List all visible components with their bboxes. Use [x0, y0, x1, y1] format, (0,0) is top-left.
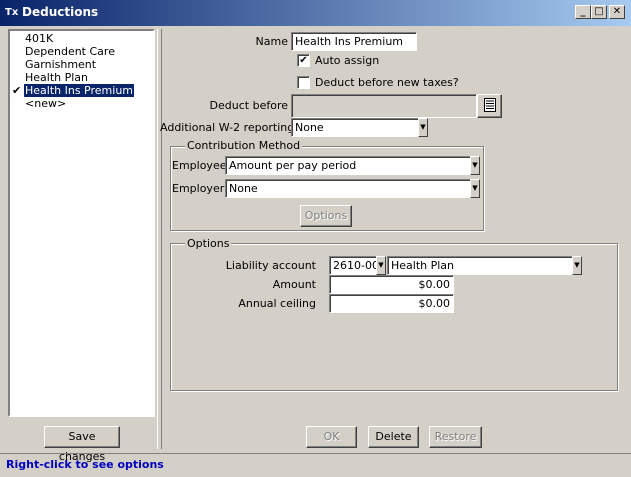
deduct-before-taxes-checkbox[interactable] — [297, 76, 310, 89]
employer-label: Employer — [172, 182, 225, 195]
amount-label: Amount — [272, 278, 316, 291]
status-text: Right-click to see options — [6, 458, 164, 471]
check-icon: ✔ — [299, 55, 308, 66]
chevron-down-icon[interactable]: ▼ — [572, 256, 582, 275]
employee-method-select[interactable]: Amount per pay period — [225, 156, 471, 175]
window-title: Deductions — [22, 5, 99, 19]
splitter-handle[interactable] — [157, 29, 162, 449]
save-changes-button[interactable]: Save changes — [44, 426, 120, 463]
maximize-button[interactable]: □ — [591, 5, 607, 19]
deduct-before-label: Deduct before — [209, 99, 288, 112]
chevron-down-icon[interactable]: ▼ — [470, 179, 480, 198]
name-field[interactable]: Health Ins Premium — [291, 32, 417, 51]
w2-reporting-label: Additional W-2 reporting — [160, 121, 295, 134]
list-item[interactable]: Dependent Care — [24, 45, 116, 58]
deductions-list[interactable]: ✔ 401K Dependent Care Garnishment Health… — [8, 29, 155, 417]
restore-button[interactable]: Restore — [429, 426, 482, 448]
annual-ceiling-field[interactable]: $0.00 — [329, 294, 454, 313]
chevron-down-icon[interactable]: ▼ — [418, 118, 428, 137]
list-item-new[interactable]: <new> — [24, 97, 67, 110]
delete-button[interactable]: Delete — [368, 426, 419, 448]
auto-assign-checkbox[interactable]: ✔ — [297, 54, 310, 67]
list-item[interactable]: Health Plan — [24, 71, 89, 84]
liability-account-name-field[interactable]: Health Plan — [387, 256, 573, 275]
minimize-button[interactable]: _ — [575, 5, 591, 19]
chevron-down-icon[interactable]: ▼ — [470, 156, 480, 175]
deduct-before-taxes-label: Deduct before new taxes? — [315, 76, 459, 89]
list-icon — [483, 98, 496, 112]
options-legend: Options — [185, 237, 232, 251]
liability-account-label: Liability account — [225, 259, 316, 272]
ok-button[interactable]: OK — [306, 426, 357, 448]
name-label: Name — [255, 35, 288, 48]
auto-assign-label: Auto assign — [315, 54, 380, 67]
check-icon: ✔ — [12, 84, 22, 97]
amount-field[interactable]: $0.00 — [329, 275, 454, 294]
list-item-selected[interactable]: Health Ins Premium — [24, 84, 135, 97]
employee-label: Employee — [172, 159, 227, 172]
list-item[interactable]: Garnishment — [24, 58, 97, 71]
close-button[interactable]: ✕ — [609, 5, 625, 19]
employer-method-select[interactable]: None — [225, 179, 471, 198]
contribution-method-legend: Contribution Method — [185, 139, 303, 153]
liability-account-code-field[interactable]: 2610-00 — [329, 256, 377, 275]
chevron-down-icon[interactable]: ▼ — [376, 256, 386, 275]
deduct-before-picker-button[interactable] — [477, 94, 502, 118]
contribution-options-button[interactable]: Options — [300, 205, 352, 227]
app-icon: Tx — [5, 7, 19, 18]
deduct-before-field — [291, 94, 477, 118]
w2-reporting-select[interactable]: None — [291, 118, 419, 137]
list-item[interactable]: 401K — [24, 32, 54, 45]
annual-ceiling-label: Annual ceiling — [238, 297, 316, 310]
